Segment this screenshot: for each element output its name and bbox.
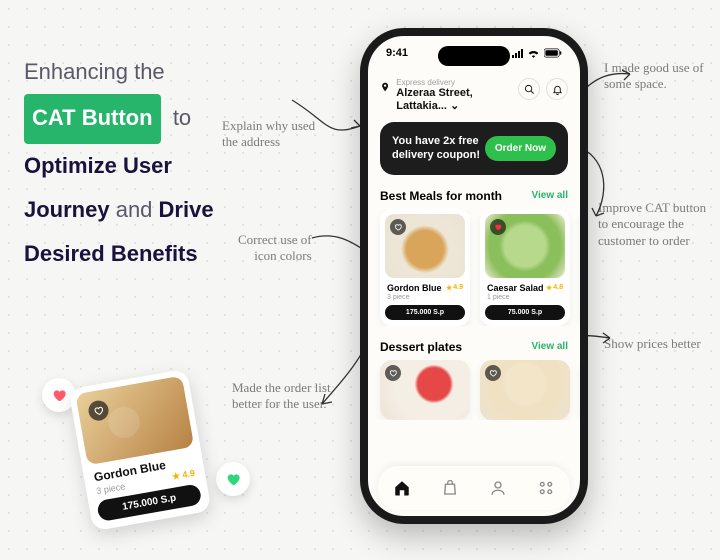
grid-icon bbox=[537, 479, 555, 497]
meal-card[interactable]: Gordon Blue ★4.9 3 piece 175.000 S.p bbox=[380, 209, 470, 326]
favorite-button[interactable] bbox=[390, 219, 406, 235]
favorite-button[interactable] bbox=[485, 365, 501, 381]
headline-l1b: to bbox=[167, 105, 191, 130]
tab-grid[interactable] bbox=[535, 477, 557, 499]
headline-l2: Optimize User bbox=[24, 153, 172, 178]
status-time: 9:41 bbox=[386, 47, 408, 59]
section-title-meals: Best Meals for month bbox=[380, 189, 502, 203]
search-button[interactable] bbox=[518, 78, 540, 100]
headline-l3a: Journey bbox=[24, 197, 110, 222]
viewall-meals[interactable]: View all bbox=[531, 190, 568, 201]
meal-pieces: 1 piece bbox=[487, 294, 563, 301]
tab-bar bbox=[378, 466, 570, 510]
dynamic-island bbox=[438, 46, 510, 66]
delivery-label: Express delivery bbox=[396, 78, 518, 87]
meal-rating: ★4.8 bbox=[546, 284, 563, 292]
meal-pieces: 3 piece bbox=[387, 294, 463, 301]
viewall-dessert[interactable]: View all bbox=[531, 341, 568, 352]
signal-icon bbox=[512, 49, 523, 58]
mini-card-image bbox=[75, 376, 194, 466]
home-icon bbox=[393, 479, 411, 497]
note-prices: Show prices better bbox=[604, 336, 701, 352]
favorite-button[interactable] bbox=[385, 365, 401, 381]
search-icon bbox=[524, 84, 535, 95]
meal-name: Caesar Salad bbox=[487, 283, 544, 293]
phone-mockup: 9:41 Express delivery Alzeraa Street, La… bbox=[360, 28, 588, 524]
meals-row[interactable]: Gordon Blue ★4.9 3 piece 175.000 S.p Caes… bbox=[368, 209, 580, 326]
battery-icon bbox=[544, 48, 562, 58]
dessert-row[interactable] bbox=[368, 360, 580, 420]
meal-price[interactable]: 75.000 S.p bbox=[485, 305, 565, 320]
note-address: Explain why usedthe address bbox=[222, 118, 315, 151]
headline-l4: Desired Benefits bbox=[24, 241, 198, 266]
dessert-card[interactable] bbox=[480, 360, 570, 420]
notifications-button[interactable] bbox=[546, 78, 568, 100]
note-icon-colors: Correct use oficon colors bbox=[238, 232, 312, 265]
meal-name: Gordon Blue bbox=[387, 283, 442, 293]
bell-icon bbox=[552, 84, 563, 95]
bag-icon bbox=[441, 479, 459, 497]
note-cat: Improve CAT buttonto encourage thecustom… bbox=[598, 200, 706, 249]
meal-image bbox=[385, 214, 465, 278]
promo-text: You have 2x freedelivery coupon! bbox=[392, 134, 480, 163]
meal-card[interactable]: Caesar Salad★4.8 1 piece 75.000 S.p bbox=[480, 209, 570, 326]
heart-icon[interactable] bbox=[87, 399, 110, 422]
chevron-down-icon: ⌄ bbox=[450, 100, 459, 112]
order-now-button[interactable]: Order Now bbox=[485, 136, 556, 161]
meal-price[interactable]: 175.000 S.p bbox=[385, 305, 465, 320]
cat-badge: CAT Button bbox=[24, 94, 161, 144]
dessert-image bbox=[480, 360, 570, 420]
note-orderlist: Made the order listbetter for the user. bbox=[232, 380, 331, 413]
headline-l3c: Drive bbox=[159, 197, 214, 222]
section-title-dessert: Dessert plates bbox=[380, 340, 462, 354]
note-space: I made good use ofsome space. bbox=[604, 60, 704, 93]
dessert-card[interactable] bbox=[380, 360, 470, 420]
heart-chip-green bbox=[216, 462, 250, 496]
dessert-image bbox=[380, 360, 470, 420]
address-value: Alzeraa Street, Lattakia... bbox=[396, 87, 472, 112]
meal-image bbox=[485, 214, 565, 278]
pin-icon bbox=[380, 80, 390, 94]
favorite-button[interactable] bbox=[490, 219, 506, 235]
user-icon bbox=[489, 479, 507, 497]
promo-banner: You have 2x freedelivery coupon! Order N… bbox=[380, 122, 568, 175]
headline-l3b: and bbox=[110, 197, 159, 222]
mini-product-card[interactable]: Gordon Blue 3 piece ★ 4.9 175.000 S.p bbox=[68, 369, 211, 532]
headline-l1a: Enhancing the bbox=[24, 59, 165, 84]
meal-rating: ★4.9 bbox=[446, 284, 463, 292]
wifi-icon bbox=[527, 48, 540, 58]
tab-profile[interactable] bbox=[487, 477, 509, 499]
address-selector[interactable]: Express delivery Alzeraa Street, Lattaki… bbox=[380, 78, 518, 112]
tab-bag[interactable] bbox=[439, 477, 461, 499]
tab-home[interactable] bbox=[391, 477, 413, 499]
